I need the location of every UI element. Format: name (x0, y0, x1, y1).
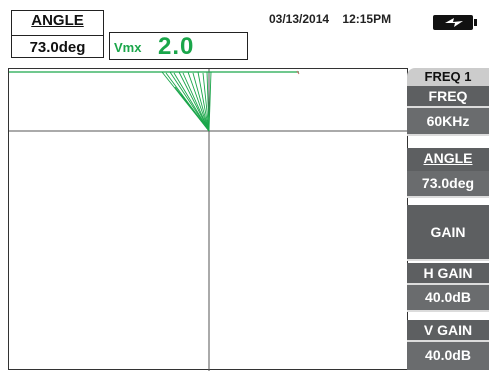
time-text: 12:15PM (342, 12, 392, 26)
menu-vgain-label: V GAIN (407, 320, 489, 342)
menu-vgain-value[interactable]: 40.0dB (407, 342, 489, 370)
vmx-readout: Vmx 2.0 (109, 32, 248, 60)
angle-readout-label: ANGLE (31, 12, 84, 29)
tab-freq-1[interactable]: FREQ 1 (407, 68, 489, 86)
right-menu: FREQ 1 FREQ 60KHz ANGLE 73.0deg GAIN H G… (407, 68, 489, 370)
menu-gain-button[interactable]: GAIN (407, 205, 489, 261)
angle-readout: ANGLE 73.0deg (11, 10, 104, 58)
menu-hgain-label: H GAIN (407, 263, 489, 285)
menu-freq-value[interactable]: 60KHz (407, 108, 489, 136)
signal-trace (161, 71, 212, 132)
vmx-value: 2.0 (158, 33, 195, 60)
date-text: 03/13/2014 (269, 12, 330, 26)
menu-angle-label: ANGLE (407, 148, 489, 171)
eddy-current-screen: ANGLE 73.0deg Vmx 2.0 03/13/2014 12:15PM (0, 0, 490, 373)
battery-charging-icon (433, 15, 477, 30)
datetime: 03/13/2014 12:15PM (269, 12, 391, 26)
menu-hgain-value[interactable]: 40.0dB (407, 285, 489, 312)
angle-readout-value: 73.0deg (12, 35, 103, 59)
vmx-label: Vmx (114, 40, 142, 55)
menu-angle-value[interactable]: 73.0deg (407, 171, 489, 198)
menu-freq-label: FREQ (407, 86, 489, 108)
impedance-plane-display (8, 68, 409, 371)
